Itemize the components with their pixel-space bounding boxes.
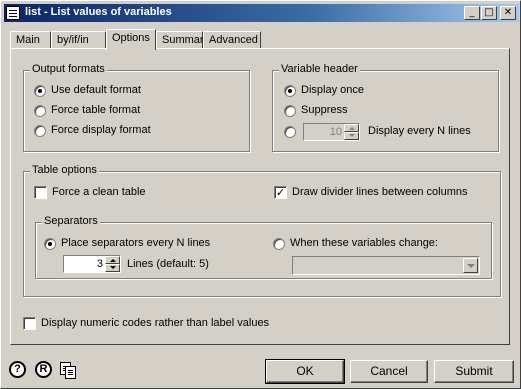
tab-advanced[interactable]: Advanced [203, 31, 261, 48]
table-options-group: Table options Force a clean table ✓ Draw… [23, 164, 501, 297]
minimize-button[interactable]: _ [464, 6, 480, 20]
table-options-title: Table options [30, 164, 99, 176]
help-button[interactable]: ? [8, 360, 28, 380]
separators-n-value: 3 [96, 258, 103, 270]
every-n-lines-label: Display every N lines [368, 125, 471, 137]
reset-button[interactable]: R [34, 360, 54, 380]
header-every-n-value: 10 [329, 126, 342, 138]
help-icon: ? [9, 361, 26, 378]
spinner-down-arrow-icon[interactable] [105, 264, 120, 272]
force-clean-label: Force a clean table [52, 186, 146, 198]
lines-default-hint: Lines (default: 5) [127, 258, 209, 270]
separators-title: Separators [42, 215, 100, 227]
numeric-codes-label: Display numeric codes rather than label … [41, 317, 270, 329]
tab-by-if-in[interactable]: by/if/in [51, 31, 106, 48]
numeric-codes-checkbox[interactable] [23, 317, 36, 330]
separators-n-spinner[interactable]: 3 [63, 255, 121, 273]
display-format-label: Force display format [51, 124, 151, 136]
output-formats-group: Output formats Use default format Force … [23, 63, 250, 152]
change-variables-combobox[interactable] [292, 256, 480, 275]
spinner-up-arrow-icon[interactable] [344, 124, 359, 132]
options-panel: Output formats Use default format Force … [10, 48, 510, 345]
separators-every-n-label: Place separators every N lines [61, 237, 211, 249]
copy-icon [60, 362, 76, 379]
separators-group: Separators Place separators every N line… [35, 215, 492, 279]
force-clean-checkbox[interactable] [34, 186, 47, 199]
header-every-n-spinner[interactable]: 10 [303, 123, 360, 141]
variable-header-group: Variable header Display once Suppress 10… [272, 63, 499, 152]
when-vars-change-radio[interactable] [273, 238, 285, 250]
suppress-radio[interactable] [284, 105, 296, 117]
tab-main[interactable]: Main [10, 31, 51, 48]
every-n-lines-radio[interactable] [284, 126, 296, 138]
display-once-label: Display once [301, 84, 364, 96]
spinner-down-arrow-icon[interactable] [344, 132, 359, 140]
default-format-radio[interactable] [34, 85, 46, 97]
ok-button[interactable]: OK [265, 359, 345, 384]
spinner-up-arrow-icon[interactable] [105, 256, 120, 264]
submit-button[interactable]: Submit [434, 360, 514, 383]
suppress-label: Suppress [301, 104, 348, 116]
close-button[interactable]: ✕ [500, 6, 516, 20]
default-format-label: Use default format [51, 84, 141, 96]
copy-command-button[interactable] [58, 360, 78, 380]
list-app-icon [6, 6, 20, 20]
divider-lines-label: Draw divider lines between columns [292, 186, 468, 198]
tab-summary[interactable]: Summary [156, 31, 209, 48]
output-formats-title: Output formats [30, 63, 107, 75]
title-bar[interactable]: list - List values of variables _ □ ✕ [4, 4, 519, 22]
tab-options[interactable]: Options [106, 29, 156, 50]
display-format-radio[interactable] [34, 125, 46, 137]
divider-lines-checkbox[interactable]: ✓ [274, 186, 287, 199]
cancel-button[interactable]: Cancel [350, 360, 428, 383]
display-once-radio[interactable] [284, 85, 296, 97]
reset-icon: R [35, 361, 52, 378]
chevron-down-icon[interactable] [463, 258, 478, 273]
separators-every-n-radio[interactable] [44, 238, 56, 250]
table-format-radio[interactable] [34, 105, 46, 117]
when-vars-change-label: When these variables change: [290, 237, 438, 249]
dialog-window: list - List values of variables _ □ ✕ Ma… [0, 0, 521, 389]
window-title: list - List values of variables [25, 6, 172, 18]
maximize-button[interactable]: □ [481, 6, 497, 20]
variable-header-title: Variable header [279, 63, 360, 75]
table-format-label: Force table format [51, 104, 141, 116]
